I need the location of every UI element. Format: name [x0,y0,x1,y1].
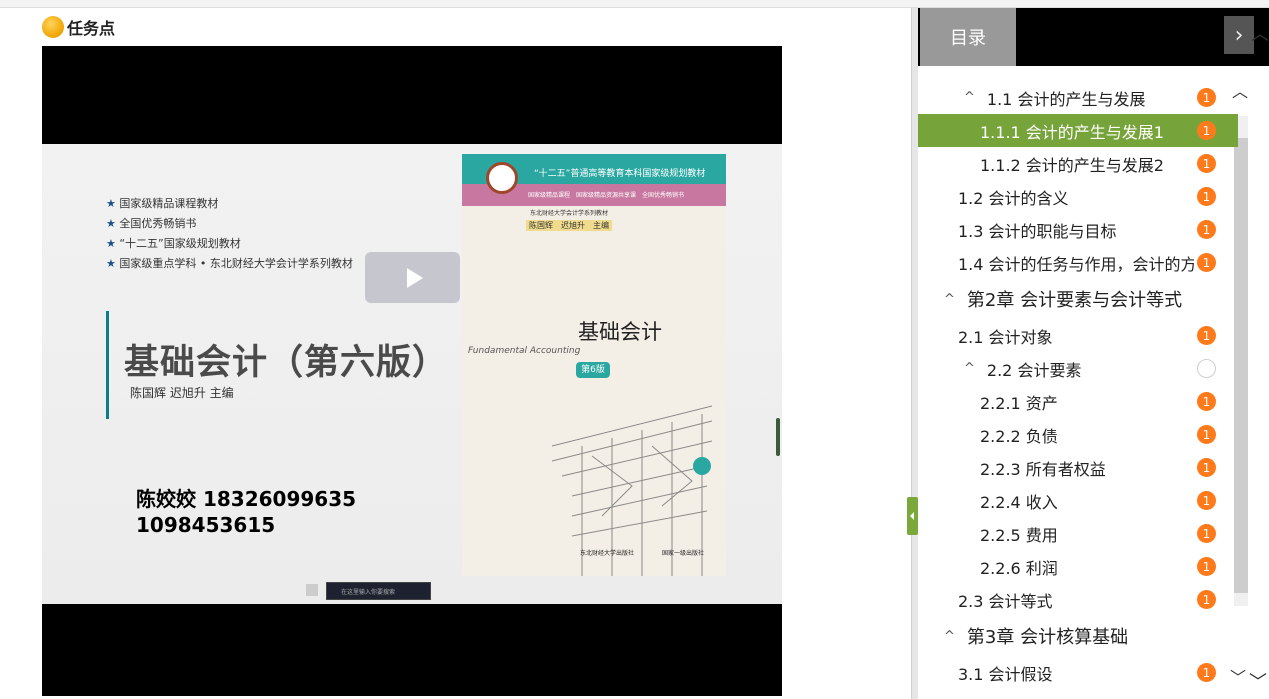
page-scroll-indicator[interactable] [776,418,780,456]
toc-panel: 目录 › ︿ ﹀ ^ 1.1 会计的产生与发展 1 1.1.1 会计的产生与发展1 1 1… [918,8,1269,699]
toc-item-label: 2.2.4 收入 [980,492,1058,512]
toc-item[interactable]: 2.2.4 收入 1 [918,484,1238,517]
book-english-title: Fundamental Accounting [468,346,581,356]
toc-item-label: 2.2.5 费用 [980,525,1058,545]
task-count-badge: 1 [1197,557,1216,576]
book-edition: 第6版 [576,362,610,378]
contact-line-2: 1098453615 [136,513,276,537]
tab-toc[interactable]: 目录 [920,8,1016,66]
chevron-up-icon[interactable]: ^ [944,292,955,307]
toc-item-label: 2.2.2 负债 [980,426,1058,446]
play-icon [406,267,423,288]
task-count-badge: 1 [1197,121,1216,140]
toc-item[interactable]: 2.2.3 所有者权益 1 [918,451,1238,484]
toc-list: ^ 1.1 会计的产生与发展 1 1.1.1 会计的产生与发展1 1 1.1.2 会计的产… [918,81,1238,689]
slide-star-list: 国家级精品课程教材 全国优秀畅销书 “十二五”国家级规划教材 国家级重点学科 •… [106,194,353,274]
task-count-badge: 1 [1197,491,1216,510]
taskbar-search-mini: 在这里输入你要搜索 [326,582,431,600]
panel-divider-handle[interactable] [911,8,918,699]
book-authors: 陈国辉 迟旭升 主编 [526,220,612,231]
slide-title: 基础会计（第六版） [124,343,449,383]
task-count-badge: 1 [1197,187,1216,206]
task-empty-icon [1197,359,1216,378]
collapse-panel-button[interactable] [907,497,918,535]
toc-item[interactable]: 3.1 会计假设 1 [918,656,1238,689]
task-count-badge: 1 [1197,458,1216,477]
video-frame: 国家级精品课程教材 全国优秀畅销书 “十二五”国家级规划教材 国家级重点学科 •… [42,144,782,604]
book-subseries: 东北财经大学会计学系列教材 [530,210,609,217]
task-count-badge: 1 [1197,253,1216,272]
toc-item[interactable]: 1.2 会计的含义 1 [918,180,1238,213]
toc-header: 目录 › [918,8,1269,66]
toc-item-label: 2.2 会计要素 [986,360,1082,380]
toc-item-label: 2.2.1 资产 [980,393,1058,413]
chevron-up-icon[interactable]: ^ [964,90,975,105]
toc-item[interactable]: 1.4 会计的任务与作用，会计的方法 1 [918,246,1238,279]
toc-item[interactable]: 2.3 会计等式 1 [918,583,1238,616]
book-publisher: 东北财经大学出版社 [580,550,635,557]
book-title: 基础会计 [578,320,662,344]
browser-top-strip [0,0,1269,8]
slide-accent-bar [106,311,109,419]
slide-star-item: 国家级精品课程教材 [106,194,353,214]
toc-item-label: 1.1.1 会计的产生与发展1 [980,122,1164,142]
contact-line-1: 陈姣姣 18326099635 [136,487,357,511]
toc-item-label: 1.3 会计的职能与目标 [958,221,1117,241]
toc-item-label: 1.2 会计的含义 [958,188,1069,208]
toc-item[interactable]: 1.3 会计的职能与目标 1 [918,213,1238,246]
toc-item-label: 第2章 会计要素与会计等式 [966,290,1183,311]
toc-item[interactable]: ^ 1.1 会计的产生与发展 1 [918,81,1238,114]
slide-star-item: 全国优秀畅销书 [106,214,353,234]
book-series: “十二五”普通高等教育本科国家级规划教材 [534,169,706,179]
toc-item-label: 2.3 会计等式 [958,591,1053,611]
task-point-indicator: 任务点 [42,15,115,39]
slide-contact: 陈姣姣 18326099635 1098453615 [136,486,356,538]
toc-item[interactable]: 1.1.1 会计的产生与发展1 1 [918,114,1238,147]
slide-star-item: 国家级重点学科 • 东北财经大学会计学系列教材 [106,254,352,274]
toc-item-label: 2.1 会计对象 [958,327,1053,347]
toc-item-label: 3.1 会计假设 [958,664,1053,684]
chevron-up-icon[interactable]: ^ [964,361,975,376]
toc-item-label: 1.4 会计的任务与作用，会计的方法 [958,254,1194,274]
toc-chapter[interactable]: ^ 第3章 会计核算基础 [918,616,1238,656]
task-count-badge: 1 [1197,590,1216,609]
toc-item[interactable]: 1.1.2 会计的产生与发展2 1 [918,147,1238,180]
task-count-badge: 1 [1197,220,1216,239]
toc-chapter[interactable]: ^ 第2章 会计要素与会计等式 [918,279,1238,319]
windows-icon [306,584,318,596]
window-scroll-up-icon[interactable]: ︿ [1251,20,1269,46]
task-point-label: 任务点 [67,19,116,38]
toc-item[interactable]: ^ 2.2 会计要素 [918,352,1238,385]
video-player[interactable]: 国家级精品课程教材 全国优秀畅销书 “十二五”国家级规划教材 国家级重点学科 •… [42,46,782,696]
toc-item-label: 1.1.2 会计的产生与发展2 [980,155,1164,175]
book-cover: “十二五”普通高等教育本科国家级规划教材 国家级精品课程 国家级精品资源共享课 … [462,154,726,576]
task-count-badge: 1 [1197,392,1216,411]
book-seal-icon [486,162,518,194]
task-count-badge: 1 [1197,154,1216,173]
toc-item[interactable]: 2.1 会计对象 1 [918,319,1238,352]
task-count-badge: 1 [1197,88,1216,107]
book-publisher-rank: 国家一级出版社 [662,550,705,557]
task-count-badge: 1 [1197,663,1216,682]
book-tags: 国家级精品课程 国家级精品资源共享课 全国优秀畅销书 [528,192,685,199]
toc-item-label: 1.1 会计的产生与发展 [986,89,1146,109]
task-point-dot-icon [42,16,64,38]
task-count-badge: 1 [1197,524,1216,543]
play-button[interactable] [365,252,460,303]
toc-item-label: 2.2.6 利润 [980,558,1058,578]
chevron-right-icon[interactable]: › [1224,16,1254,54]
task-count-badge: 1 [1197,425,1216,444]
toc-item[interactable]: 2.2.5 费用 1 [918,517,1238,550]
toc-item-label: 第3章 会计核算基础 [966,627,1129,648]
window-scroll-down-icon[interactable]: ﹀ [1249,668,1267,694]
slide-star-item: “十二五”国家级规划教材 [106,234,353,254]
toc-item[interactable]: 2.2.6 利润 1 [918,550,1238,583]
toc-item[interactable]: 2.2.1 资产 1 [918,385,1238,418]
toc-item[interactable]: 2.2.2 负债 1 [918,418,1238,451]
chevron-up-icon[interactable]: ^ [944,629,955,644]
toc-item-label: 2.2.3 所有者权益 [980,459,1106,479]
slide-editors: 陈国辉 迟旭升 主编 [130,386,234,400]
task-count-badge: 1 [1197,326,1216,345]
